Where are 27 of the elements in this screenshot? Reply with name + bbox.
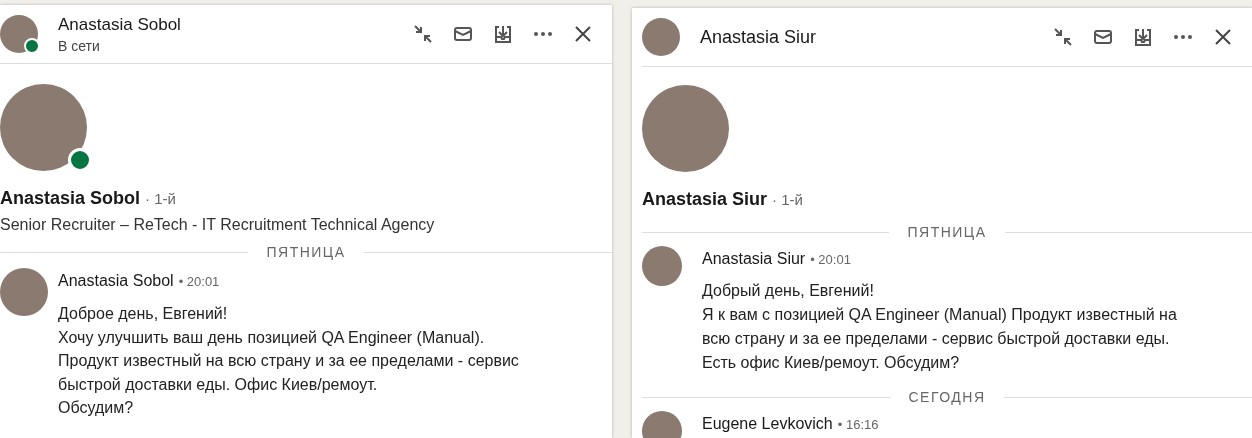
status-text: В сети [58, 37, 101, 54]
connection-degree: · 1-й [145, 190, 176, 207]
profile-headline: Senior Recruiter – ReTech - IT Recruitment Technical Agency [0, 216, 436, 234]
minimize-icon[interactable] [412, 23, 434, 45]
contact-name[interactable]: Anastasia Sobol [58, 14, 412, 35]
minimize-icon[interactable] [1052, 26, 1074, 48]
avatar-photo [0, 268, 48, 316]
day-divider-label: ПЯТНИЦА [265, 244, 347, 260]
avatar-photo [642, 18, 680, 56]
connection-degree: · 1-й [772, 191, 803, 208]
message-text: Доброе день, Евгений! Хочу улучшить ваш день позицией QA Engineer (Manual). Продукт известный на всю страну и за ее пределами - сервис быстрой доставки еды. Офис Киев/ремоут. Обсудим? [58, 304, 519, 419]
profile-name[interactable]: Anastasia Siur [642, 189, 768, 209]
sender-name[interactable]: Anastasia Sobol [58, 272, 174, 289]
sender-name[interactable]: Eugene Levkovich [702, 415, 833, 432]
message-time: • 16:16 [837, 417, 879, 432]
day-divider-label: ПЯТНИЦА [906, 224, 988, 240]
message-time: • 20:01 [810, 252, 851, 267]
contact-name[interactable]: Anastasia Siur [700, 26, 1052, 48]
day-divider-label: СЕГОДНЯ [907, 389, 987, 405]
download-icon[interactable] [1132, 26, 1154, 48]
profile-name[interactable]: Anastasia Sobol [0, 188, 141, 208]
avatar-photo [642, 246, 682, 286]
download-icon[interactable] [492, 23, 514, 45]
message-text: Добрый день, Евгений! Я к вам с позицией QA Engineer (Manual) Продукт известный на всю страну и за ее пределами - сервис быстрой доставки еды. Есть офис Киев/ремоут. Обсудим? [702, 281, 1177, 373]
message-time: • 20:01 [178, 274, 220, 289]
sender-name[interactable]: Anastasia Siur [702, 250, 806, 267]
avatar-photo [0, 15, 38, 53]
